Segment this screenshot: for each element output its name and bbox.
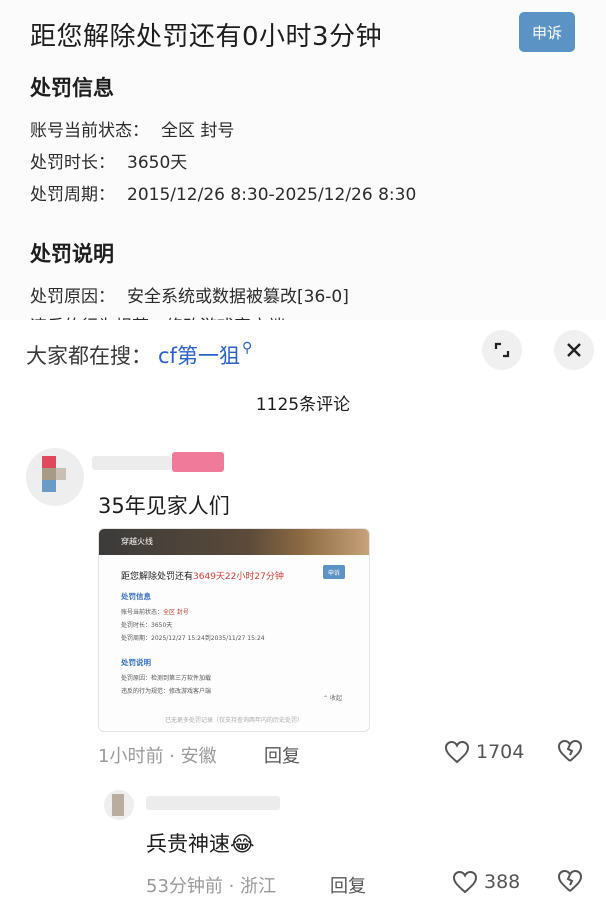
- period-label: 处罚周期：: [30, 185, 115, 205]
- close-icon: [567, 343, 581, 357]
- image-appeal-button: 申诉: [323, 565, 345, 579]
- comment-text: 35年见家人们: [98, 494, 230, 518]
- reason-row: 处罚原因： 安全系统或数据被篡改[36-0]: [30, 282, 349, 307]
- image-rule-row: 违反的行为规范：修改游戏客户端: [121, 688, 212, 695]
- like-count: 1704: [476, 741, 525, 763]
- comment-time-location: 1小时前 · 安徽: [98, 746, 217, 767]
- heart-icon: [452, 870, 478, 894]
- heart-icon: [444, 740, 470, 764]
- dislike-button[interactable]: [556, 738, 584, 768]
- duration-value: 3650天: [127, 153, 188, 173]
- avatar[interactable]: [26, 448, 84, 506]
- image-desc-heading: 处罚说明: [121, 658, 151, 667]
- duration-label: 处罚时长：: [30, 153, 115, 173]
- reason-label: 处罚原因：: [30, 287, 115, 307]
- reply-reply-button[interactable]: 回复: [330, 872, 366, 898]
- broken-heart-icon: [557, 869, 583, 892]
- like-button[interactable]: 1704: [444, 740, 524, 764]
- status-label: 账号当前状态：: [30, 121, 149, 141]
- reply-button[interactable]: 回复: [264, 742, 300, 768]
- image-reason-row: 处罚原因：检测到第三方软件加载: [121, 675, 212, 682]
- penalty-desc-heading: 处罚说明: [30, 242, 114, 266]
- image-info-heading: 处罚信息: [121, 592, 151, 601]
- appeal-button[interactable]: 申诉: [519, 12, 575, 52]
- broken-heart-icon: [557, 739, 583, 762]
- reply-text: 兵贵神速😂: [146, 832, 255, 856]
- image-collapse: ⌃ 收起: [323, 695, 342, 702]
- reply-time-location: 53分钟前 · 浙江: [146, 876, 277, 897]
- expand-icon: [494, 342, 510, 358]
- image-banner: 穿越火线: [99, 529, 369, 555]
- comment-sheet: 大家都在搜： cf第一狙 ⚲ 1125条评论 35年见家人们 穿越火线 距您解除处罚…: [0, 320, 606, 915]
- reason-value: 安全系统或数据被篡改[36-0]: [127, 287, 349, 307]
- image-duration-row: 处罚时长：3650天: [121, 622, 173, 629]
- status-value: 全区 封号: [161, 121, 235, 141]
- duration-row: 处罚时长： 3650天: [30, 148, 187, 173]
- username-badge-blurred: [172, 452, 224, 472]
- expand-button[interactable]: [482, 330, 522, 370]
- reply-dislike-button[interactable]: [556, 868, 584, 898]
- game-name: 穿越火线: [121, 537, 153, 546]
- comment-count: 1125条评论: [255, 395, 351, 415]
- penalty-info-heading: 处罚信息: [30, 76, 114, 100]
- penalty-panel: 距您解除处罚还有0小时3分钟 申诉 处罚信息 账号当前状态： 全区 封号 处罚时长…: [0, 0, 606, 320]
- laughing-emoji-icon: 😂: [230, 832, 255, 856]
- image-title: 距您解除处罚还有3649天22小时27分钟: [121, 572, 284, 582]
- reply-avatar[interactable]: [104, 790, 134, 820]
- reply-like-button[interactable]: 388: [452, 870, 520, 894]
- period-value: 2015/12/26 8:30-2025/12/26 8:30: [127, 185, 417, 205]
- hot-search[interactable]: 大家都在搜： cf第一狙 ⚲: [26, 340, 252, 370]
- rule-row-partial: 违反的行为规范：修改游戏客户端: [30, 312, 285, 320]
- search-icon: ⚲: [241, 340, 253, 356]
- hot-search-prefix: 大家都在搜：: [26, 344, 152, 368]
- image-footer: 已无更多处罚记录（仅支持查询两年内的历史处罚）: [164, 717, 303, 724]
- hot-search-keyword[interactable]: cf第一狙: [158, 344, 240, 368]
- image-period-row: 处罚周期：2025/12/27 15:24到2035/11/27 15:24: [121, 635, 265, 642]
- penalty-countdown-title: 距您解除处罚还有0小时3分钟: [30, 22, 383, 52]
- status-row: 账号当前状态： 全区 封号: [30, 116, 234, 141]
- reply-username-blurred[interactable]: [146, 796, 280, 810]
- reply-like-count: 388: [484, 871, 521, 893]
- period-row: 处罚周期： 2015/12/26 8:30-2025/12/26 8:30: [30, 180, 416, 205]
- close-button[interactable]: [554, 330, 594, 370]
- username-blurred[interactable]: [92, 456, 172, 470]
- comment-image[interactable]: 穿越火线 距您解除处罚还有3649天22小时27分钟 申诉 处罚信息 账号当前状…: [98, 528, 370, 732]
- image-status-row: 账号当前状态：全区 封号: [121, 609, 189, 616]
